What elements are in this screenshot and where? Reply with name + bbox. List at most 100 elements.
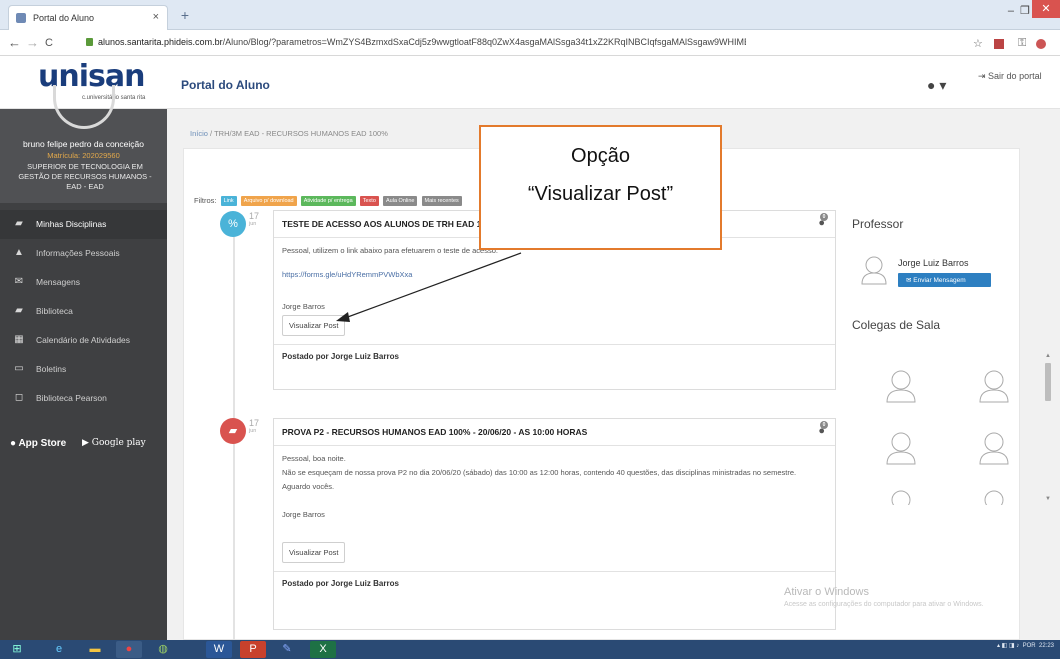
post-signature: Jorge Barros (282, 510, 325, 519)
sidebar-item-label: Informações Pessoais (36, 248, 120, 258)
visualizar-post-button[interactable]: Visualizar Post (282, 315, 346, 336)
classmate-avatar-icon[interactable] (886, 431, 916, 465)
post-title[interactable]: PROVA P2 - RECURSOS HUMANOS EAD 100% - 2… (282, 427, 587, 437)
sidebar: bruno felipe pedro da conceição Matrícul… (0, 85, 167, 640)
filter-chip[interactable]: Link (220, 196, 237, 206)
sidebar-item-label: Biblioteca Pearson (36, 393, 107, 403)
browser-tab[interactable]: Portal do Aluno × (8, 5, 168, 30)
post-body: Pessoal, utilizem o link abaixo para efe… (274, 238, 835, 344)
user-menu-icon[interactable]: ● ▾ (927, 77, 946, 94)
ie-icon[interactable]: e (46, 641, 72, 658)
card-icon: ▭ (14, 363, 24, 374)
breadcrumb-current: TRH/3M EAD - RECURSOS HUMANOS EAD 100% (214, 129, 388, 138)
windows-taskbar: ⊞ e ▬ ● ◍ W P ✎ X ▴ ◧ ◨ ♪ POR 22:23 (0, 640, 1060, 659)
post-footer: Postado por Jorge Luiz Barros (274, 344, 835, 367)
book-icon: ▰ (15, 218, 23, 229)
new-tab-button[interactable]: + (176, 6, 194, 24)
extension-icon[interactable] (994, 39, 1004, 49)
post-body: Pessoal, boa noite. Não se esqueçam de n… (274, 446, 835, 571)
classmate-avatar-icon[interactable] (886, 489, 916, 505)
filters-bar: Filtros: Link Arquivo p/ download Ativid… (194, 196, 462, 206)
folder-icon[interactable]: ▬ (82, 641, 108, 658)
filter-chip[interactable]: Arquivo p/ download (240, 196, 297, 206)
filter-chip[interactable]: Atividade p/ entrega (300, 196, 356, 206)
browser-tab-bar: Portal do Aluno × + – ❐ ✕ (0, 0, 1060, 30)
classmates-scrollbar[interactable]: ▲ ▼ (1044, 353, 1052, 505)
comments-count: 0 (820, 213, 828, 221)
filter-chip[interactable]: Mais recentes (421, 196, 462, 206)
reload-button[interactable]: C (45, 37, 53, 49)
sidebar-item-mensagens[interactable]: ✉ Mensagens (0, 268, 167, 297)
tray-clock[interactable]: 22:23 (1039, 643, 1054, 649)
google-play-button[interactable]: ▶ Google play (82, 438, 146, 460)
annotation-line-1: Opção (571, 145, 630, 167)
tab-close-icon[interactable]: × (153, 11, 159, 23)
forward-button[interactable]: → (26, 35, 39, 50)
classmate-avatar-icon[interactable] (979, 369, 1009, 403)
tray-language: POR (1022, 643, 1036, 649)
url-path: /Aluno/Blog/?parametros=WmZYS4BzmxdSxaCd… (222, 37, 746, 47)
breadcrumb-sep: / (210, 129, 213, 138)
profile-icon[interactable] (1036, 39, 1046, 49)
start-button[interactable]: ⊞ (4, 641, 30, 658)
powerpoint-icon[interactable]: P (240, 641, 266, 658)
avatar (53, 85, 115, 129)
sidebar-item-biblioteca[interactable]: ▰ Biblioteca (0, 297, 167, 326)
window-controls[interactable]: – ❐ (1008, 4, 1030, 17)
excel-icon[interactable]: X (310, 641, 336, 658)
scroll-down-icon[interactable]: ▼ (1044, 496, 1052, 502)
scroll-thumb[interactable] (1045, 363, 1051, 401)
filter-chip[interactable]: Texto (359, 196, 379, 206)
profile-card: bruno felipe pedro da conceição Matrícul… (0, 85, 167, 203)
paint-icon[interactable]: ✎ (274, 641, 300, 658)
professor-name: Jorge Luiz Barros (898, 258, 969, 268)
post-title[interactable]: TESTE DE ACESSO AOS ALUNOS DE TRH EAD 10… (282, 219, 498, 229)
sidebar-item-informacoes-pessoais[interactable]: ▲ Informações Pessoais (0, 239, 167, 268)
post-date: 17 jun (249, 212, 259, 228)
user-icon: ▲ (14, 247, 24, 258)
tab-title: Portal do Aluno (33, 13, 95, 23)
back-button[interactable]: ← (8, 35, 21, 50)
sidebar-item-minhas-disciplinas[interactable]: ▰ Minhas Disciplinas (0, 210, 167, 239)
classmate-avatar-icon[interactable] (886, 369, 916, 403)
word-icon[interactable]: W (206, 641, 232, 658)
breadcrumb-home[interactable]: Início (190, 129, 208, 138)
scroll-up-icon[interactable]: ▲ (1044, 353, 1052, 359)
classmates-list: ▲ ▼ (852, 353, 1055, 505)
classmates-title: Colegas de Sala (852, 318, 941, 332)
sidebar-item-boletins[interactable]: ▭ Boletins (0, 355, 167, 384)
send-message-label: Enviar Mensagem (913, 277, 966, 284)
professor-title: Professor (852, 217, 904, 231)
activate-windows-title: Ativar o Windows (784, 586, 869, 598)
professor-avatar-icon (861, 256, 887, 285)
classmate-avatar-icon[interactable] (979, 489, 1009, 505)
annotation-line-2: “Visualizar Post” (527, 183, 674, 205)
comments-count: 0 (820, 421, 828, 429)
url-field[interactable]: alunos.santarita.phideis.com.br/Aluno/Bl… (86, 37, 746, 47)
network-icon[interactable]: ◍ (150, 641, 176, 658)
sidebar-item-calendario[interactable]: ▦ Calendário de Atividades (0, 326, 167, 355)
window-close-button[interactable]: ✕ (1032, 0, 1060, 18)
sidebar-item-biblioteca-pearson[interactable]: ◻ Biblioteca Pearson (0, 384, 167, 413)
app-store-button[interactable]: ● App Store (10, 438, 66, 460)
send-message-button[interactable]: ✉ Enviar Mensagem (898, 273, 991, 287)
classmate-avatar-icon[interactable] (979, 431, 1009, 465)
filter-chip[interactable]: Aula Online (383, 196, 418, 206)
url-domain: alunos.santarita.phideis.com.br (98, 37, 223, 47)
app-store-label: App Store (18, 438, 67, 449)
post-link[interactable]: https://forms.gle/uHdYRemmPVWbXxa (282, 270, 412, 279)
star-icon[interactable]: ☆ (973, 37, 983, 50)
logout-link[interactable]: ⇥ Sair do portal (978, 71, 1042, 82)
activate-windows-text: Acesse as configurações do computador pa… (784, 601, 984, 608)
student-matricula: Matrícula: 202029560 (47, 151, 120, 160)
google-play-label: Google play (91, 438, 146, 448)
sidebar-item-label: Minhas Disciplinas (36, 219, 107, 229)
envelope-icon: ✉ (14, 276, 24, 287)
post-date: 17 jun (249, 419, 259, 435)
post-text: Não se esqueçam de nossa prova P2 no dia… (282, 468, 797, 477)
key-icon[interactable]: ⚿ (1018, 37, 1026, 50)
visualizar-post-button[interactable]: Visualizar Post (282, 542, 346, 563)
calendar-icon: ▦ (14, 334, 24, 345)
chrome-icon[interactable]: ● (116, 641, 142, 658)
breadcrumb: Início / TRH/3M EAD - RECURSOS HUMANOS E… (190, 129, 388, 138)
